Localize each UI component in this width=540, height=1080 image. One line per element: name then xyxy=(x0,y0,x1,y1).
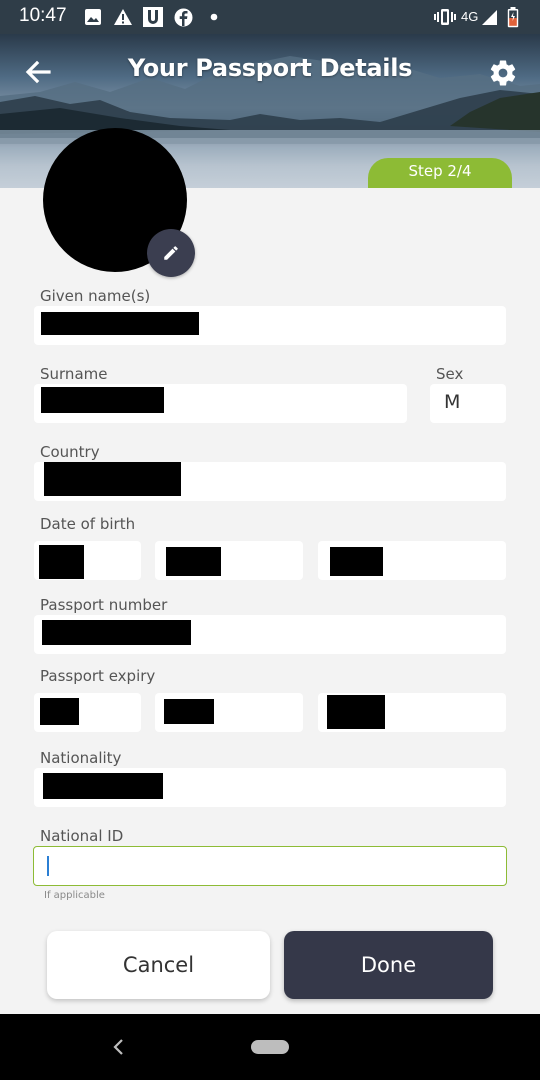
warning-icon xyxy=(113,7,133,27)
redacted-value xyxy=(166,547,221,576)
national-id-field[interactable] xyxy=(33,846,507,886)
redacted-value xyxy=(43,773,163,799)
redacted-value xyxy=(44,462,181,496)
redacted-value xyxy=(330,547,383,576)
gear-icon xyxy=(490,60,516,86)
passport-number-field[interactable] xyxy=(34,615,506,654)
sex-field[interactable]: M xyxy=(430,384,506,423)
pencil-icon xyxy=(164,246,178,260)
dob-year-field[interactable] xyxy=(318,541,506,580)
surname-field[interactable] xyxy=(34,384,407,423)
surname-label: Surname xyxy=(40,365,108,383)
image-icon xyxy=(84,7,102,27)
text-cursor xyxy=(47,856,49,876)
cancel-button[interactable]: Cancel xyxy=(47,931,270,999)
edit-avatar-button[interactable] xyxy=(147,229,195,277)
network-type: 4G xyxy=(461,9,479,24)
redacted-value xyxy=(41,387,164,413)
page-title: Your Passport Details xyxy=(127,54,413,82)
redacted-value xyxy=(42,620,191,645)
status-bar: 10:47 4G xyxy=(0,0,540,34)
redacted-value xyxy=(40,698,79,725)
dob-label: Date of birth xyxy=(40,515,136,533)
national-id-label: National ID xyxy=(40,827,124,845)
nav-back-button[interactable] xyxy=(108,1036,128,1058)
passport-expiry-label: Passport expiry xyxy=(40,667,156,685)
vibrate-icon xyxy=(434,7,456,27)
chevron-left-icon xyxy=(113,1039,123,1055)
redacted-value xyxy=(41,312,199,335)
settings-button[interactable] xyxy=(486,56,520,90)
dob-day-field[interactable] xyxy=(34,541,141,580)
nav-home-button[interactable] xyxy=(251,1040,289,1054)
sex-value: M xyxy=(444,391,461,413)
dob-month-field[interactable] xyxy=(155,541,303,580)
facebook-icon xyxy=(174,7,193,27)
redacted-value xyxy=(39,545,84,579)
battery-icon xyxy=(507,6,519,27)
expiry-year-field[interactable] xyxy=(318,693,506,732)
passport-number-label: Passport number xyxy=(40,596,168,614)
signal-icon xyxy=(481,7,498,27)
expiry-month-field[interactable] xyxy=(155,693,303,732)
dot-icon xyxy=(210,7,218,27)
redacted-value xyxy=(327,695,385,729)
given-names-label: Given name(s) xyxy=(40,287,151,305)
country-label: Country xyxy=(40,443,100,461)
status-time: 10:47 xyxy=(19,5,67,26)
nationality-label: Nationality xyxy=(40,749,122,767)
step-badge: Step 2/4 xyxy=(368,158,512,188)
sex-label: Sex xyxy=(436,365,464,383)
country-field[interactable] xyxy=(34,462,506,501)
given-names-field[interactable] xyxy=(34,306,506,345)
u-app-icon xyxy=(143,7,163,27)
system-nav-bar xyxy=(0,1014,540,1080)
national-id-hint: If applicable xyxy=(44,890,105,901)
nationality-field[interactable] xyxy=(34,768,506,807)
expiry-day-field[interactable] xyxy=(34,693,141,732)
done-button[interactable]: Done xyxy=(284,931,493,999)
redacted-value xyxy=(164,699,214,724)
